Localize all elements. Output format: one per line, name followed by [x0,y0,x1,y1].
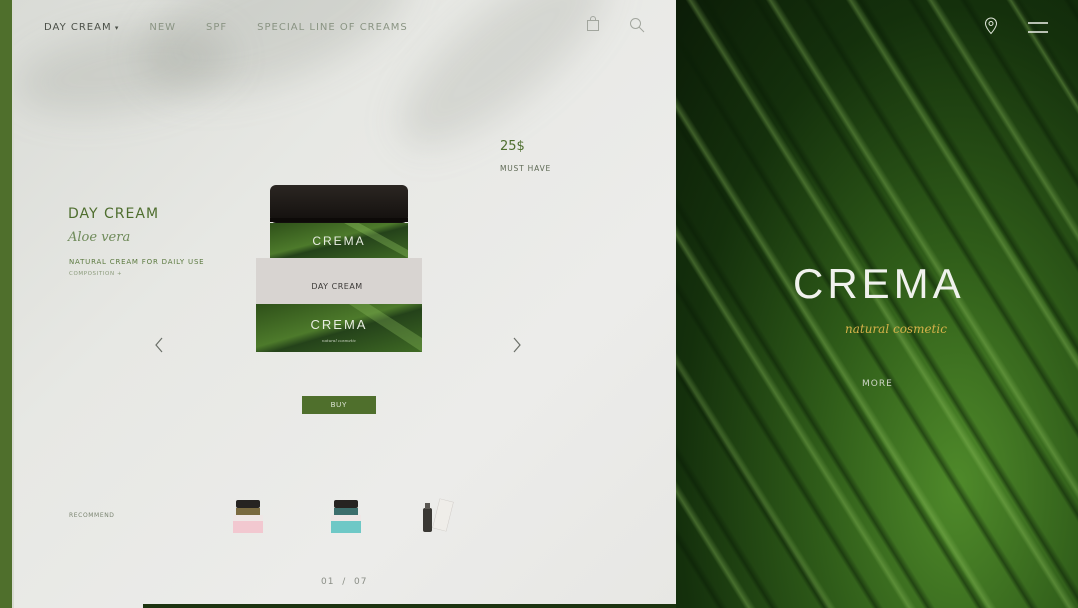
location-pin-icon[interactable] [984,17,998,39]
nav-item-spf[interactable]: SPF [206,22,227,33]
jar-brand-label: CREMA [312,234,365,248]
product-price: 25$ [500,139,525,154]
slide-pager: 01 / 07 [321,577,367,587]
more-link[interactable]: MORE [862,379,893,389]
box-brand-label: CREMA [311,317,368,332]
recommend-item-pink-jar[interactable] [230,498,266,536]
product-description: NATURAL CREAM FOR DAILY USE [69,258,205,266]
pager-total: 07 [353,577,368,587]
left-accent-strip [0,0,14,608]
nav-item-day-cream[interactable]: DAY CREAM [44,22,119,33]
product-subtitle: Aloe vera [68,230,131,245]
must-have-badge: MUST HAVE [500,164,552,173]
search-icon[interactable] [629,17,645,37]
recommend-item-teal-jar[interactable] [328,498,364,536]
chevron-right-icon[interactable] [512,337,522,358]
bag-icon[interactable] [586,16,600,36]
chevron-left-icon[interactable] [154,337,164,358]
product-title: DAY CREAM [68,206,160,222]
hero-brand-logo: CREMA [793,260,965,307]
pager-current: 01 [321,577,335,587]
top-nav: DAY CREAM NEW SPF SPECIAL LINE OF CREAMS [44,22,408,33]
buy-button[interactable]: BUY [302,396,376,414]
nav-item-new[interactable]: NEW [149,22,176,33]
box-product-label: DAY CREAM [311,282,362,291]
hero-tagline: natural cosmetic [845,322,947,336]
box-sub-label: natural cosmetic [322,338,357,343]
hamburger-menu-icon[interactable] [1027,20,1049,39]
recommend-item-bottle-set[interactable] [414,494,458,538]
recommend-label: RECOMMEND [69,512,115,519]
bottom-bar [143,604,676,608]
composition-link[interactable]: COMPOSITION + [69,271,122,277]
nav-item-special-line[interactable]: SPECIAL LINE OF CREAMS [257,22,408,33]
product-image: CREMA DAY CREAM CREMA natural cosmetic [256,185,422,352]
pager-separator: / [342,577,347,587]
